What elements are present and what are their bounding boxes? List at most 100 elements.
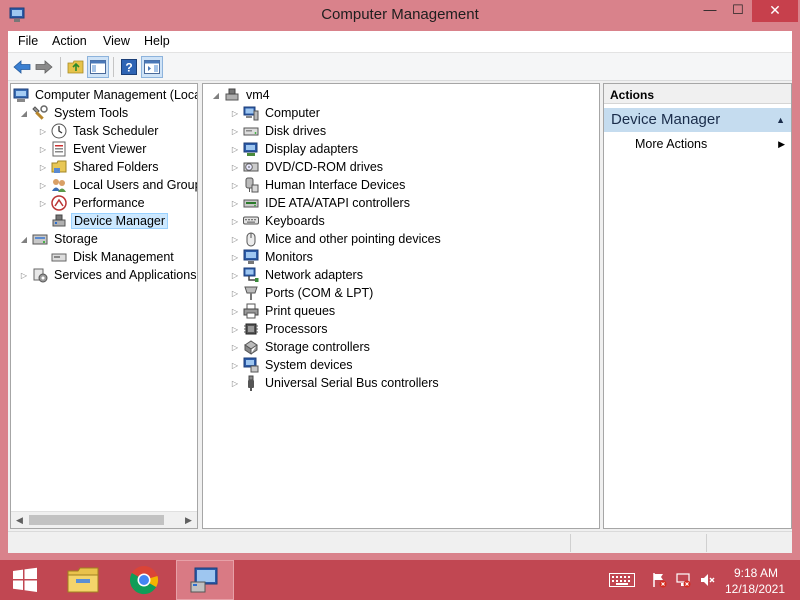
tree-item-storage[interactable]: ◢ Storage: [19, 230, 100, 248]
tree-item-performance[interactable]: ▷ Performance: [38, 194, 147, 212]
actions-section-device-manager[interactable]: Device Manager ▲: [604, 108, 791, 132]
volume-muted-icon[interactable]: [698, 572, 716, 588]
tree-item-system-tools[interactable]: ◢ System Tools: [19, 104, 130, 122]
collapse-up-icon[interactable]: ▲: [776, 115, 785, 125]
collapsed-arrow-icon[interactable]: ▷: [38, 198, 48, 208]
device-category[interactable]: ▷ Keyboards: [230, 212, 327, 230]
menu-help[interactable]: Help: [144, 34, 170, 48]
start-button[interactable]: [0, 560, 50, 600]
expanded-arrow-icon[interactable]: ◢: [19, 234, 29, 244]
tree-item-computer-management[interactable]: Computer Management (Local: [13, 86, 197, 104]
actions-pane: Actions Device Manager ▲ More Actions ▶: [603, 83, 792, 529]
scrollbar-thumb[interactable]: [29, 515, 164, 525]
collapsed-arrow-icon[interactable]: ▷: [230, 162, 240, 172]
collapsed-arrow-icon[interactable]: ▷: [19, 270, 29, 280]
collapsed-arrow-icon[interactable]: ▷: [230, 270, 240, 280]
collapsed-arrow-icon[interactable]: ▷: [38, 144, 48, 154]
device-category[interactable]: ▷ Disk drives: [230, 122, 328, 140]
help-button[interactable]: ?: [118, 56, 140, 78]
show-hide-console-tree-button[interactable]: [87, 56, 109, 78]
disk-management-icon: [51, 249, 67, 265]
menu-file[interactable]: File: [18, 34, 38, 48]
device-category[interactable]: ▷ Computer: [230, 104, 322, 122]
computer-management-icon: [190, 567, 218, 593]
tree-item-services-and-applications[interactable]: ▷ Services and Applications: [19, 266, 197, 284]
submenu-arrow-icon[interactable]: ▶: [778, 139, 785, 150]
device-category[interactable]: ▷ Storage controllers: [230, 338, 372, 356]
clock-time[interactable]: 9:18 AM: [728, 566, 784, 580]
device-category[interactable]: ▷ DVD/CD-ROM drives: [230, 158, 385, 176]
horizontal-scrollbar[interactable]: ◀ ▶: [11, 511, 197, 528]
up-one-level-button[interactable]: [65, 56, 87, 78]
expanded-arrow-icon[interactable]: ◢: [211, 90, 221, 100]
collapsed-arrow-icon[interactable]: ▷: [230, 126, 240, 136]
more-actions-link[interactable]: More Actions: [635, 137, 707, 151]
collapsed-arrow-icon[interactable]: ▷: [38, 162, 48, 172]
collapsed-arrow-icon[interactable]: ▷: [230, 360, 240, 370]
device-category-label: Computer: [265, 106, 320, 120]
taskbar-computer-management[interactable]: [176, 560, 234, 600]
display-adapter-icon: [243, 141, 259, 157]
device-category[interactable]: ▷ Processors: [230, 320, 330, 338]
device-category-label: DVD/CD-ROM drives: [265, 160, 384, 174]
usb-icon: [243, 375, 259, 391]
taskbar-file-explorer[interactable]: [54, 560, 112, 600]
title-bar[interactable]: Computer Management — ☐ ✕: [0, 0, 800, 32]
tree-item-local-users-and-groups[interactable]: ▷ Local Users and Groups: [38, 176, 197, 194]
mouse-icon: [243, 231, 259, 247]
maximize-button[interactable]: ☐: [724, 0, 752, 22]
collapsed-arrow-icon[interactable]: ▷: [230, 216, 240, 226]
collapsed-arrow-icon[interactable]: ▷: [230, 108, 240, 118]
scroll-right-icon[interactable]: ▶: [181, 513, 196, 528]
device-root-vm4[interactable]: ◢ vm4: [211, 86, 272, 104]
collapsed-arrow-icon[interactable]: ▷: [230, 378, 240, 388]
collapsed-arrow-icon[interactable]: ▷: [230, 342, 240, 352]
device-category[interactable]: ▷ System devices: [230, 356, 355, 374]
collapsed-arrow-icon[interactable]: ▷: [230, 144, 240, 154]
tree-item-event-viewer[interactable]: ▷ Event Viewer: [38, 140, 148, 158]
device-category-label: Network adapters: [265, 268, 363, 282]
minimize-button[interactable]: —: [696, 0, 724, 22]
taskbar-chrome[interactable]: [115, 560, 173, 600]
collapsed-arrow-icon[interactable]: ▷: [230, 252, 240, 262]
clock-date[interactable]: 12/18/2021: [722, 582, 788, 596]
collapsed-arrow-icon[interactable]: ▷: [230, 324, 240, 334]
device-category[interactable]: ▷ Universal Serial Bus controllers: [230, 374, 441, 392]
collapsed-arrow-icon[interactable]: ▷: [230, 180, 240, 190]
tree-item-device-manager[interactable]: Device Manager: [51, 212, 169, 230]
show-hide-action-pane-button[interactable]: [141, 56, 163, 78]
device-category[interactable]: ▷ Print queues: [230, 302, 337, 320]
forward-button[interactable]: [33, 56, 55, 78]
device-category[interactable]: ▷ IDE ATA/ATAPI controllers: [230, 194, 412, 212]
collapsed-arrow-icon[interactable]: ▷: [230, 288, 240, 298]
collapsed-arrow-icon[interactable]: ▷: [230, 234, 240, 244]
event-viewer-icon: [51, 141, 67, 157]
device-category-label: Display adapters: [265, 142, 359, 156]
device-category[interactable]: ▷ Network adapters: [230, 266, 365, 284]
collapsed-arrow-icon[interactable]: ▷: [38, 180, 48, 190]
collapsed-arrow-icon[interactable]: ▷: [38, 126, 48, 136]
action-center-flag-icon[interactable]: [650, 572, 668, 588]
device-category[interactable]: ▷ Mice and other pointing devices: [230, 230, 443, 248]
actions-header: Actions: [604, 84, 791, 104]
close-button[interactable]: ✕: [752, 0, 798, 22]
scroll-left-icon[interactable]: ◀: [12, 513, 27, 528]
device-category[interactable]: ▷ Monitors: [230, 248, 315, 266]
tree-item-disk-management[interactable]: Disk Management: [51, 248, 176, 266]
tree-item-task-scheduler[interactable]: ▷ Task Scheduler: [38, 122, 160, 140]
device-category[interactable]: ▷ Human Interface Devices: [230, 176, 407, 194]
device-category[interactable]: ▷ Display adapters: [230, 140, 360, 158]
menu-action[interactable]: Action: [52, 34, 87, 48]
menu-view[interactable]: View: [103, 34, 130, 48]
tree-item-shared-folders[interactable]: ▷ Shared Folders: [38, 158, 160, 176]
expanded-arrow-icon[interactable]: ◢: [19, 108, 29, 118]
device-category[interactable]: ▷ Ports (COM & LPT): [230, 284, 375, 302]
collapsed-arrow-icon[interactable]: ▷: [230, 306, 240, 316]
collapsed-arrow-icon[interactable]: ▷: [230, 198, 240, 208]
window: Computer Management — ☐ ✕ File Action Vi…: [0, 0, 800, 560]
touch-keyboard-icon[interactable]: [608, 572, 636, 588]
back-button[interactable]: [11, 56, 33, 78]
device-category-label: Monitors: [265, 250, 313, 264]
back-arrow-icon: [13, 60, 31, 74]
network-icon[interactable]: [674, 572, 692, 588]
